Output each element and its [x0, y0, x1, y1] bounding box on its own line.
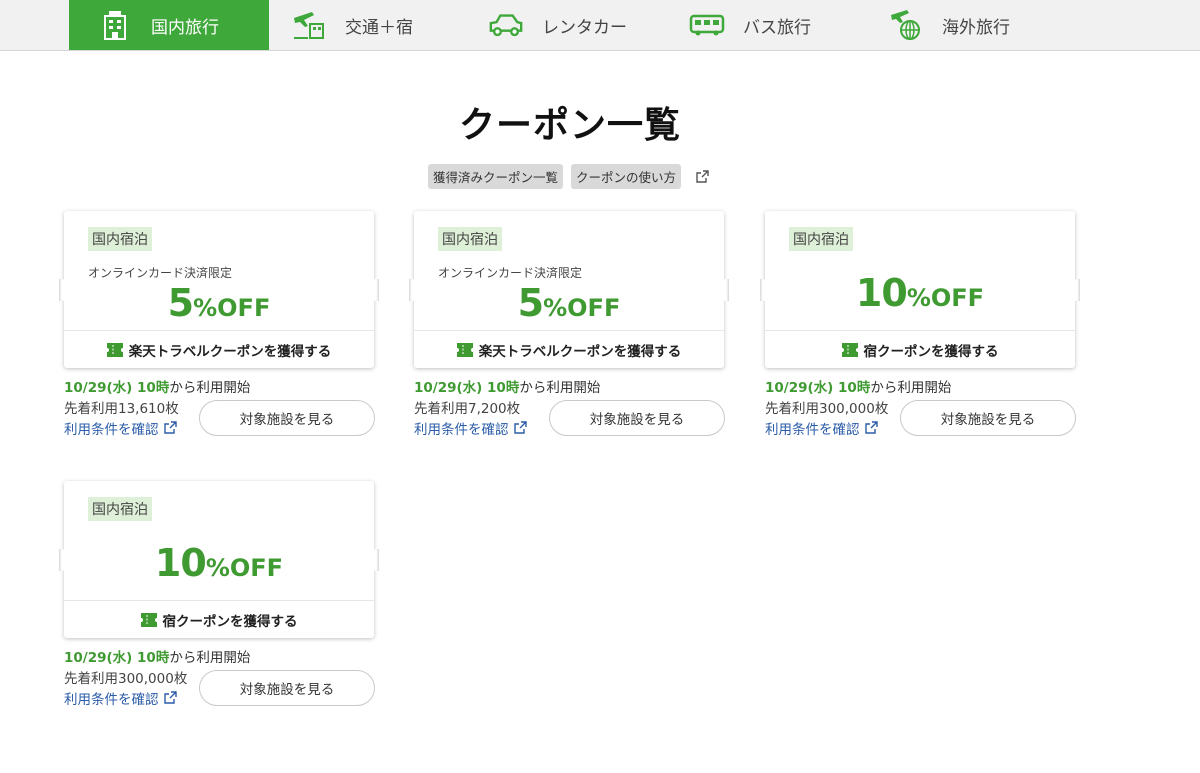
tab-label: レンタカー [542, 17, 627, 38]
category-tag: 国内宿泊 [789, 227, 853, 251]
discount-amount: 5%OFF [517, 281, 621, 325]
tab-bus-travel[interactable]: バス旅行 [689, 0, 811, 50]
ticket-icon [841, 342, 858, 357]
tab-transport-hotel[interactable]: 交通＋宿 [291, 0, 413, 50]
top-nav: 国内旅行 交通＋宿 レンタカー バス旅行 海外旅行 [0, 0, 1200, 51]
external-link-icon[interactable] [695, 169, 711, 185]
coupon-card: 国内宿泊 オンラインカード決済限定 5%OFF 楽天トラベルクーポンを獲得する … [409, 211, 729, 440]
page-title: クーポン一覧 [458, 105, 681, 146]
coupon-ticket: 国内宿泊 10%OFF 宿クーポンを獲得する [59, 481, 379, 638]
how-to-use-link[interactable]: クーポンの使い方 [571, 164, 682, 189]
coupon-card: 国内宿泊 オンラインカード決済限定 5%OFF 楽天トラベルクーポンを獲得する … [59, 211, 379, 440]
get-coupon-button[interactable]: 楽天トラベルクーポンを獲得する [414, 331, 724, 368]
external-link-icon [864, 420, 880, 436]
plane-hotel-icon [291, 9, 327, 41]
ticket-icon [456, 342, 473, 357]
category-tag: 国内宿泊 [88, 227, 152, 251]
category-tag: 国内宿泊 [438, 227, 502, 251]
tab-label: 海外旅行 [942, 17, 1010, 38]
ticket-icon [106, 342, 123, 357]
bus-icon [689, 9, 725, 41]
get-coupon-button[interactable]: 宿クーポンを獲得する [765, 331, 1075, 368]
start-date: 10/29(水) 10時から利用開始 [64, 380, 251, 396]
acquired-coupons-link[interactable]: 獲得済みクーポン一覧 [428, 164, 564, 189]
sub-links: 獲得済みクーポン一覧 クーポンの使い方 [428, 164, 711, 189]
discount-amount: 10%OFF [855, 271, 985, 315]
tab-label: バス旅行 [743, 17, 811, 38]
see-facilities-button[interactable]: 対象施設を見る [900, 400, 1076, 436]
discount-amount: 5%OFF [167, 281, 271, 325]
tab-overseas-travel[interactable]: 海外旅行 [888, 0, 1010, 50]
see-facilities-button[interactable]: 対象施設を見る [199, 670, 375, 706]
car-icon [488, 9, 524, 41]
coupon-ticket: 国内宿泊 オンラインカード決済限定 5%OFF 楽天トラベルクーポンを獲得する [59, 211, 379, 368]
see-facilities-button[interactable]: 対象施設を見る [549, 400, 725, 436]
external-link-icon [513, 420, 529, 436]
coupon-ticket: 国内宿泊 10%OFF 宿クーポンを獲得する [760, 211, 1080, 368]
coupon-condition: オンラインカード決済限定 [438, 266, 583, 280]
see-facilities-button[interactable]: 対象施設を見る [199, 400, 375, 436]
globe-plane-icon [888, 9, 924, 41]
discount-amount: 10%OFF [154, 541, 284, 585]
ticket-icon [140, 612, 157, 627]
get-coupon-button[interactable]: 宿クーポンを獲得する [64, 601, 374, 638]
start-date: 10/29(水) 10時から利用開始 [414, 380, 601, 396]
get-coupon-button[interactable]: 楽天トラベルクーポンを獲得する [64, 331, 374, 368]
hotel-icon [97, 9, 133, 41]
tab-domestic-travel[interactable]: 国内旅行 [69, 0, 269, 50]
external-link-icon [163, 420, 179, 436]
category-tag: 国内宿泊 [88, 497, 152, 521]
coupon-condition: オンラインカード決済限定 [88, 266, 233, 280]
tab-label: 交通＋宿 [345, 17, 413, 38]
coupon-ticket: 国内宿泊 オンラインカード決済限定 5%OFF 楽天トラベルクーポンを獲得する [409, 211, 729, 368]
start-date: 10/29(水) 10時から利用開始 [64, 650, 251, 666]
coupon-card: 国内宿泊 10%OFF 宿クーポンを獲得する 10/29(水) 10時から利用開… [59, 481, 379, 710]
start-date: 10/29(水) 10時から利用開始 [765, 380, 952, 396]
coupon-card: 国内宿泊 10%OFF 宿クーポンを獲得する 10/29(水) 10時から利用開… [760, 211, 1080, 440]
tab-rental-car[interactable]: レンタカー [488, 0, 627, 50]
tab-label: 国内旅行 [151, 17, 219, 38]
external-link-icon [163, 690, 179, 706]
